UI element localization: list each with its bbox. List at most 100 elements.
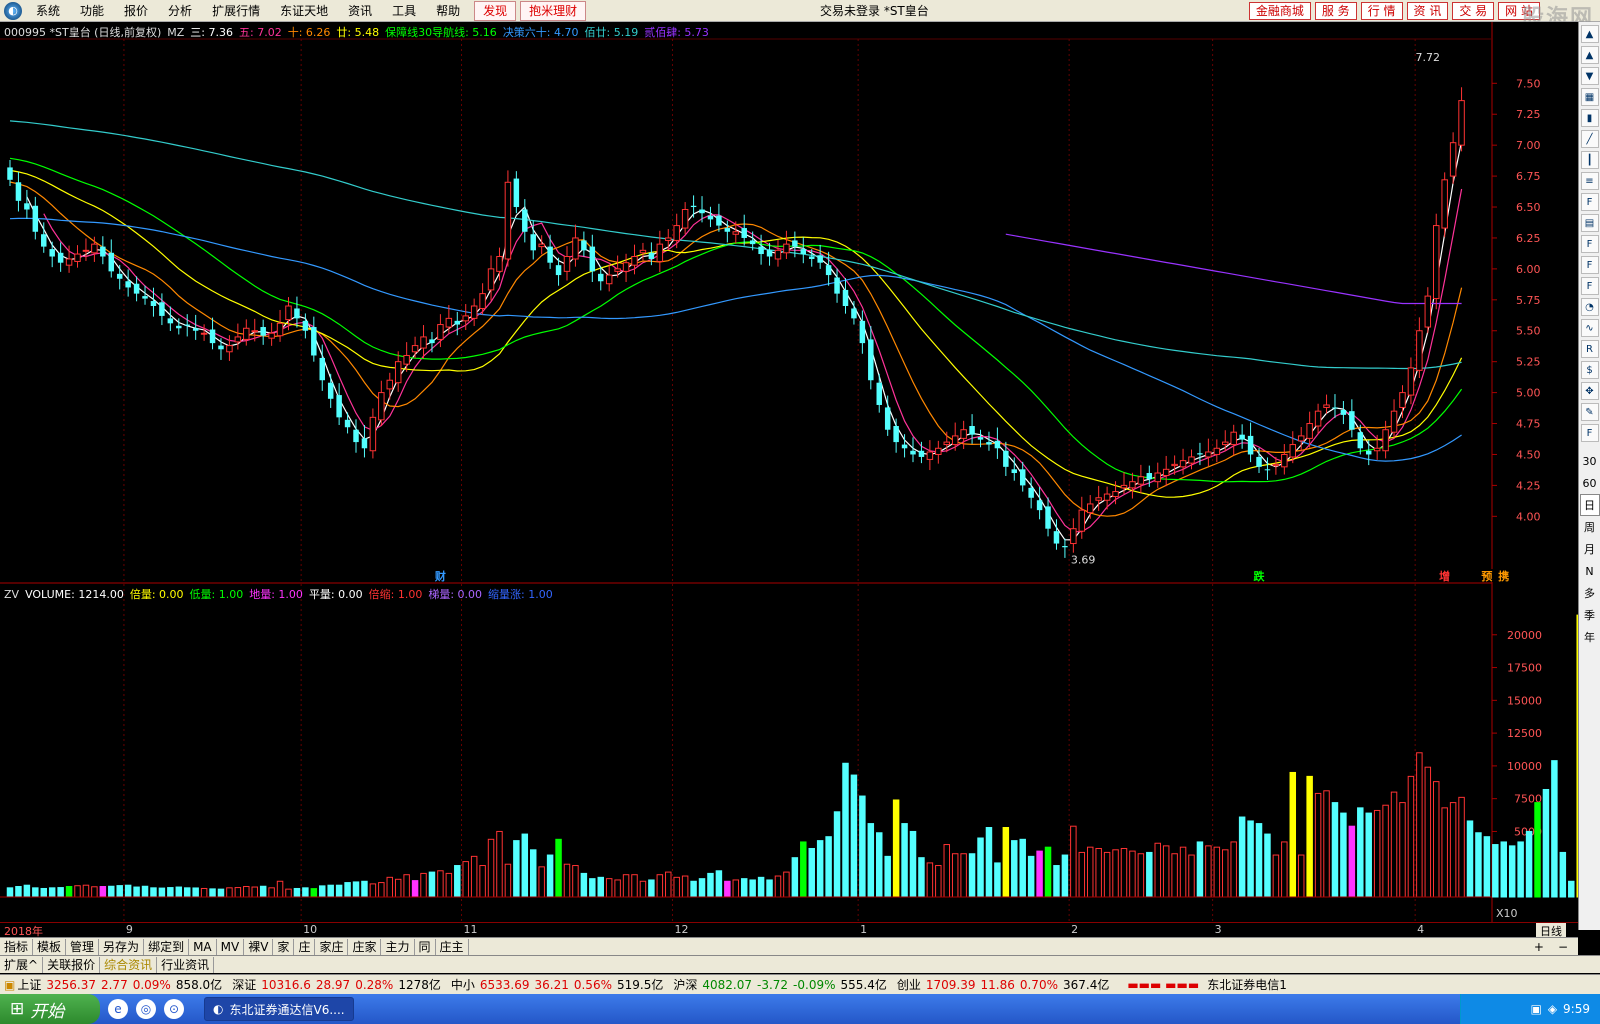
- candle-body: [893, 426, 899, 443]
- index-quote[interactable]: 深证 10316.6 28.97 0.28% 1278亿: [232, 976, 441, 993]
- rsi-icon[interactable]: R: [1580, 340, 1599, 358]
- period-6[interactable]: 多: [1580, 582, 1600, 604]
- volume-bar: [1306, 775, 1313, 898]
- info-tab[interactable]: 行业资讯: [157, 956, 215, 973]
- down-arrow-icon[interactable]: ▼: [1580, 67, 1599, 85]
- line-chart-icon[interactable]: ╱: [1580, 130, 1599, 148]
- volume-icon[interactable]: ◈: [1548, 1002, 1557, 1016]
- candle-body: [1146, 473, 1153, 480]
- pencil-icon[interactable]: ✎: [1580, 403, 1599, 421]
- pie-icon[interactable]: ◔: [1580, 298, 1599, 316]
- indicator-tab[interactable]: 裸V: [244, 938, 274, 955]
- list-icon[interactable]: ≡: [1580, 172, 1599, 190]
- menu-info[interactable]: 资讯: [338, 0, 382, 22]
- trade-button[interactable]: 交 易: [1452, 2, 1495, 20]
- indicator-tab[interactable]: 庄: [294, 938, 316, 955]
- index-quote[interactable]: 创业 1709.39 11.86 0.70% 367.4亿: [897, 976, 1109, 993]
- indicator-tab[interactable]: MV: [217, 938, 245, 955]
- zoom-in-button[interactable]: +: [1534, 940, 1544, 954]
- period-3[interactable]: 周: [1580, 516, 1600, 538]
- desktop-icon[interactable]: ◎: [136, 999, 156, 1019]
- info-tab[interactable]: 综合资讯: [100, 956, 158, 973]
- indicator-tab[interactable]: 另存为: [99, 938, 145, 955]
- candle-icon[interactable]: ┃: [1580, 151, 1599, 169]
- period-8[interactable]: 年: [1580, 626, 1600, 648]
- indicator-tab[interactable]: 模板: [33, 938, 67, 955]
- kline-chart[interactable]: 7.50 7.25 7.00 6.75 6.50 6.25 6.00 5.75 5.50 5.25…: [0, 22, 1578, 922]
- period-1[interactable]: 60: [1580, 472, 1600, 494]
- f5-icon[interactable]: F: [1580, 424, 1599, 442]
- start-button[interactable]: ⊞ 开始: [0, 994, 100, 1024]
- quicklaunch-icon[interactable]: ⊙: [164, 999, 184, 1019]
- zoom-out-button[interactable]: −: [1558, 940, 1568, 954]
- menu-quote[interactable]: 报价: [114, 0, 158, 22]
- f2-icon[interactable]: F: [1580, 256, 1599, 274]
- move-icon[interactable]: ✥: [1580, 382, 1599, 400]
- menu-discover[interactable]: 发现: [474, 0, 517, 21]
- volume-bar: [1238, 816, 1246, 898]
- menu-help[interactable]: 帮助: [426, 0, 470, 22]
- volume-bar: [1112, 849, 1119, 898]
- f10-icon[interactable]: F: [1580, 193, 1599, 211]
- up-arrow-icon[interactable]: ▲: [1580, 46, 1599, 64]
- menu-dongzheng[interactable]: 东证天地: [270, 0, 338, 22]
- menu-system[interactable]: 系统: [26, 0, 70, 22]
- period-5[interactable]: N: [1580, 560, 1600, 582]
- volume-indicator-name[interactable]: ZV: [4, 588, 19, 601]
- index-quote[interactable]: 中小 6533.69 36.21 0.56% 519.5亿: [451, 976, 663, 993]
- index-quote[interactable]: 沪深 4082.07 -3.72 -0.09% 555.4亿: [673, 976, 887, 993]
- mall-button[interactable]: 金融商城: [1248, 2, 1311, 20]
- candle-body: [513, 178, 520, 208]
- volume-bar: [1390, 791, 1398, 898]
- wave-icon[interactable]: ∿: [1580, 319, 1599, 337]
- ladder-volume: 梯量: 0.00: [428, 588, 483, 601]
- indicator-tab[interactable]: 指标: [0, 938, 34, 955]
- menu-analysis[interactable]: 分析: [158, 0, 202, 22]
- period-4[interactable]: 月: [1580, 538, 1600, 560]
- up-arrow-icon[interactable]: ▲: [1580, 25, 1599, 43]
- period-2[interactable]: 日: [1579, 494, 1600, 516]
- f1-icon[interactable]: F: [1580, 235, 1599, 253]
- market-icon[interactable]: ▣: [4, 978, 15, 992]
- volume-bar: [1500, 841, 1507, 898]
- indicator-tab[interactable]: 家: [273, 938, 295, 955]
- candle-body: [774, 249, 782, 260]
- menu-baomi-finance[interactable]: 抱米理财: [520, 0, 587, 21]
- market-button[interactable]: 行 情: [1360, 2, 1403, 20]
- ie-icon[interactable]: e: [108, 999, 128, 1019]
- candle-body: [378, 392, 385, 421]
- volume-bar: [1011, 840, 1018, 898]
- grid-icon[interactable]: ▦: [1580, 88, 1599, 106]
- indicator-tab[interactable]: 管理: [66, 938, 100, 955]
- indicator-tab[interactable]: 庄主: [436, 938, 469, 955]
- candle-body: [951, 435, 959, 446]
- doc-icon[interactable]: ▤: [1580, 214, 1599, 232]
- taskbar-app-button[interactable]: ◐ 东北证券通达信V6....: [204, 997, 354, 1021]
- bar-chart-icon[interactable]: ▮: [1580, 109, 1599, 127]
- indicator-tab[interactable]: 绑定到: [144, 938, 190, 955]
- indicator-tab[interactable]: MA: [189, 938, 217, 955]
- volume-bar: [1289, 771, 1297, 898]
- menu-function[interactable]: 功能: [70, 0, 114, 22]
- indicator-tab[interactable]: 庄家: [348, 938, 382, 955]
- volume-bar: [437, 870, 444, 898]
- indicator-tab[interactable]: 主力: [381, 938, 415, 955]
- index-quote[interactable]: 上证 3256.37 2.77 0.09% 858.0亿: [17, 976, 222, 993]
- volume-bar: [1120, 847, 1128, 898]
- info-tab[interactable]: 关联报价: [43, 956, 101, 973]
- news-button[interactable]: 资 讯: [1406, 2, 1449, 20]
- trading-app-window: ◐ 系统 功能 报价 分析 扩展行情 东证天地 资讯 工具 帮助 发现 抱米理财…: [0, 0, 1600, 1024]
- period-0[interactable]: 30: [1580, 450, 1600, 472]
- money-icon[interactable]: $: [1580, 361, 1599, 379]
- indicator-tab[interactable]: 家庄: [315, 938, 349, 955]
- menu-extended-quote[interactable]: 扩展行情: [202, 0, 270, 22]
- period-7[interactable]: 季: [1580, 604, 1600, 626]
- menu-tools[interactable]: 工具: [382, 0, 426, 22]
- f3-icon[interactable]: F: [1580, 277, 1599, 295]
- info-tab[interactable]: 扩展^: [0, 956, 44, 973]
- network-icon[interactable]: ▣: [1530, 1002, 1541, 1016]
- service-button[interactable]: 服 务: [1314, 2, 1357, 20]
- candle-body: [1162, 468, 1170, 476]
- indicator-tab[interactable]: 同: [415, 938, 436, 955]
- indicator-name[interactable]: MZ: [167, 26, 184, 39]
